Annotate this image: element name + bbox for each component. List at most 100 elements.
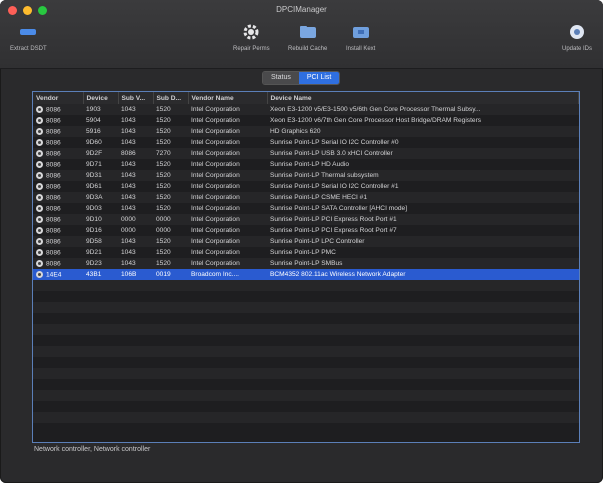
table-cell: Intel Corporation	[188, 181, 267, 192]
table-cell-text: 1520	[156, 172, 171, 179]
table-cell: Sunrise Point-LP PMC	[267, 247, 579, 258]
table-cell: Intel Corporation	[188, 225, 267, 236]
extract-dsdt-button[interactable]: Extract DSDT	[10, 22, 47, 52]
table-cell-text: Intel Corporation	[191, 216, 240, 223]
table-row[interactable]: 8086 9D31 1043 1520 Intel Corporation Sunrise…	[33, 170, 579, 181]
table-row[interactable]: 8086 9D16 0000 0000 Intel Corporation Sunrise…	[33, 225, 579, 236]
rebuild-cache-button[interactable]: Rebuild Cache	[288, 22, 327, 52]
table-cell-text: 9D2F	[86, 150, 103, 157]
empty-table-cell	[33, 390, 579, 401]
table-row[interactable]: 8086 9D61 1043 1520 Intel Corporation Sunrise…	[33, 181, 579, 192]
table-cell-text: Intel Corporation	[191, 205, 240, 212]
table-cell-text: Intel Corporation	[191, 172, 240, 179]
empty-table-row	[33, 368, 579, 379]
table-cell-text: 9D3A	[86, 194, 103, 201]
table-cell-text: 7270	[156, 150, 171, 157]
column-header-vendor-name[interactable]: Vendor Name	[188, 92, 268, 104]
table-cell-text: 14E4	[46, 271, 62, 279]
table-cell-text: 8086	[46, 139, 61, 147]
empty-table-cell	[33, 313, 579, 324]
table-cell-text: Intel Corporation	[191, 183, 240, 190]
table-cell-text: 1043	[121, 238, 136, 245]
table-cell: Intel Corporation	[188, 192, 267, 203]
table-cell-text: 8086	[46, 128, 61, 136]
table-cell: 1043	[118, 181, 153, 192]
table-cell-text: Xeon E3-1200 v5/E3-1500 v5/6th Gen Core …	[270, 106, 481, 113]
pci-table-body: 8086 1903 1043 1520 Intel Corporation Xeon E3…	[33, 104, 579, 423]
table-cell-text: 1043	[121, 205, 136, 212]
table-cell: 8086	[33, 115, 83, 126]
table-cell-text: 1043	[121, 183, 136, 190]
device-icon	[36, 138, 43, 146]
table-cell-text: Intel Corporation	[191, 161, 240, 168]
title-bar: DPCIManager Extract DSDT Repair Perms Re…	[0, 0, 603, 69]
table-cell-text: 8086	[46, 260, 61, 268]
table-row[interactable]: 8086 9D2F 8086 7270 Intel Corporation Sunrise…	[33, 148, 579, 159]
table-row[interactable]: 8086 1903 1043 1520 Intel Corporation Xeon E3…	[33, 104, 579, 115]
repair-perms-button[interactable]: Repair Perms	[233, 22, 270, 52]
table-cell-text: Xeon E3-1200 v6/7th Gen Core Processor H…	[270, 117, 482, 124]
table-cell: Intel Corporation	[188, 137, 267, 148]
pci-table-container: Vendor Device Sub V... Sub D... Vendor N…	[32, 91, 580, 443]
table-row[interactable]: 8086 9D10 0000 0000 Intel Corporation Sunrise…	[33, 214, 579, 225]
empty-table-row	[33, 291, 579, 302]
table-cell: 8086	[33, 126, 83, 137]
gear-icon	[241, 22, 261, 42]
column-header-device-name[interactable]: Device Name	[267, 92, 579, 104]
table-row[interactable]: 8086 9D71 1043 1520 Intel Corporation Sunrise…	[33, 159, 579, 170]
table-cell: 0019	[153, 269, 188, 280]
table-row[interactable]: 8086 9D58 1043 1520 Intel Corporation Sunrise…	[33, 236, 579, 247]
table-cell: 8086	[33, 137, 83, 148]
package-icon	[351, 22, 371, 42]
tab-status[interactable]: Status	[263, 72, 299, 84]
table-cell: 9D71	[83, 159, 118, 170]
table-cell: 106B	[118, 269, 153, 280]
table-cell: 1043	[118, 170, 153, 181]
table-cell: 8086	[33, 192, 83, 203]
table-cell-text: 1520	[156, 117, 171, 124]
column-header-sub-vendor[interactable]: Sub V...	[118, 92, 154, 104]
table-cell-text: 1520	[156, 194, 171, 201]
device-icon	[36, 149, 43, 157]
table-row[interactable]: 8086 9D21 1043 1520 Intel Corporation Sunrise…	[33, 247, 579, 258]
table-cell: 1520	[153, 258, 188, 269]
table-row[interactable]: 8086 9D3A 1043 1520 Intel Corporation Sunrise…	[33, 192, 579, 203]
table-cell-text: Intel Corporation	[191, 238, 240, 245]
tab-pci-list[interactable]: PCI List	[298, 72, 340, 84]
table-cell-text: 0000	[156, 227, 171, 234]
column-header-vendor[interactable]: Vendor	[33, 92, 84, 104]
table-cell: 9D03	[83, 203, 118, 214]
table-cell: 1043	[118, 115, 153, 126]
table-cell: 8086	[118, 148, 153, 159]
table-cell-text: 9D61	[86, 183, 102, 190]
table-cell: Sunrise Point-LP USB 3.0 xHCI Controller	[267, 148, 579, 159]
table-cell: Intel Corporation	[188, 214, 267, 225]
install-kext-button[interactable]: Install Kext	[346, 22, 375, 52]
table-row[interactable]: 8086 9D60 1043 1520 Intel Corporation Sunrise…	[33, 137, 579, 148]
table-cell: 1043	[118, 247, 153, 258]
extract-dsdt-label: Extract DSDT	[10, 46, 47, 52]
column-header-sub-device[interactable]: Sub D...	[153, 92, 189, 104]
table-cell-text: 1043	[121, 194, 136, 201]
table-cell: 9D61	[83, 181, 118, 192]
table-row[interactable]: 8086 5916 1043 1520 Intel Corporation HD Grap…	[33, 126, 579, 137]
table-cell-text: Sunrise Point-LP SMBus	[270, 260, 343, 267]
empty-table-row	[33, 335, 579, 346]
install-kext-label: Install Kext	[346, 46, 376, 52]
table-cell: 1043	[118, 104, 153, 115]
table-cell: 1520	[153, 170, 188, 181]
table-row[interactable]: 8086 9D23 1043 1520 Intel Corporation Sunrise…	[33, 258, 579, 269]
table-cell: 8086	[33, 104, 83, 115]
table-cell-text: 1043	[121, 106, 136, 113]
column-header-device[interactable]: Device	[83, 92, 119, 104]
update-ids-button[interactable]: Update IDs	[562, 22, 592, 52]
table-row[interactable]: 8086 9D03 1043 1520 Intel Corporation Sunrise…	[33, 203, 579, 214]
table-cell-text: BCM4352 802.11ac Wireless Network Adapte…	[270, 271, 406, 278]
empty-table-cell	[33, 379, 579, 390]
table-row[interactable]: 14E4 43B1 106B 0019 Broadcom Inc.... BCM4352 …	[33, 269, 579, 280]
table-cell-text: Sunrise Point-LP LPC Controller	[270, 238, 365, 245]
table-row[interactable]: 8086 5904 1043 1520 Intel Corporation Xeon E3…	[33, 115, 579, 126]
table-cell-text: Intel Corporation	[191, 227, 240, 234]
table-cell-text: 0000	[156, 216, 171, 223]
table-cell-text: 1520	[156, 183, 171, 190]
